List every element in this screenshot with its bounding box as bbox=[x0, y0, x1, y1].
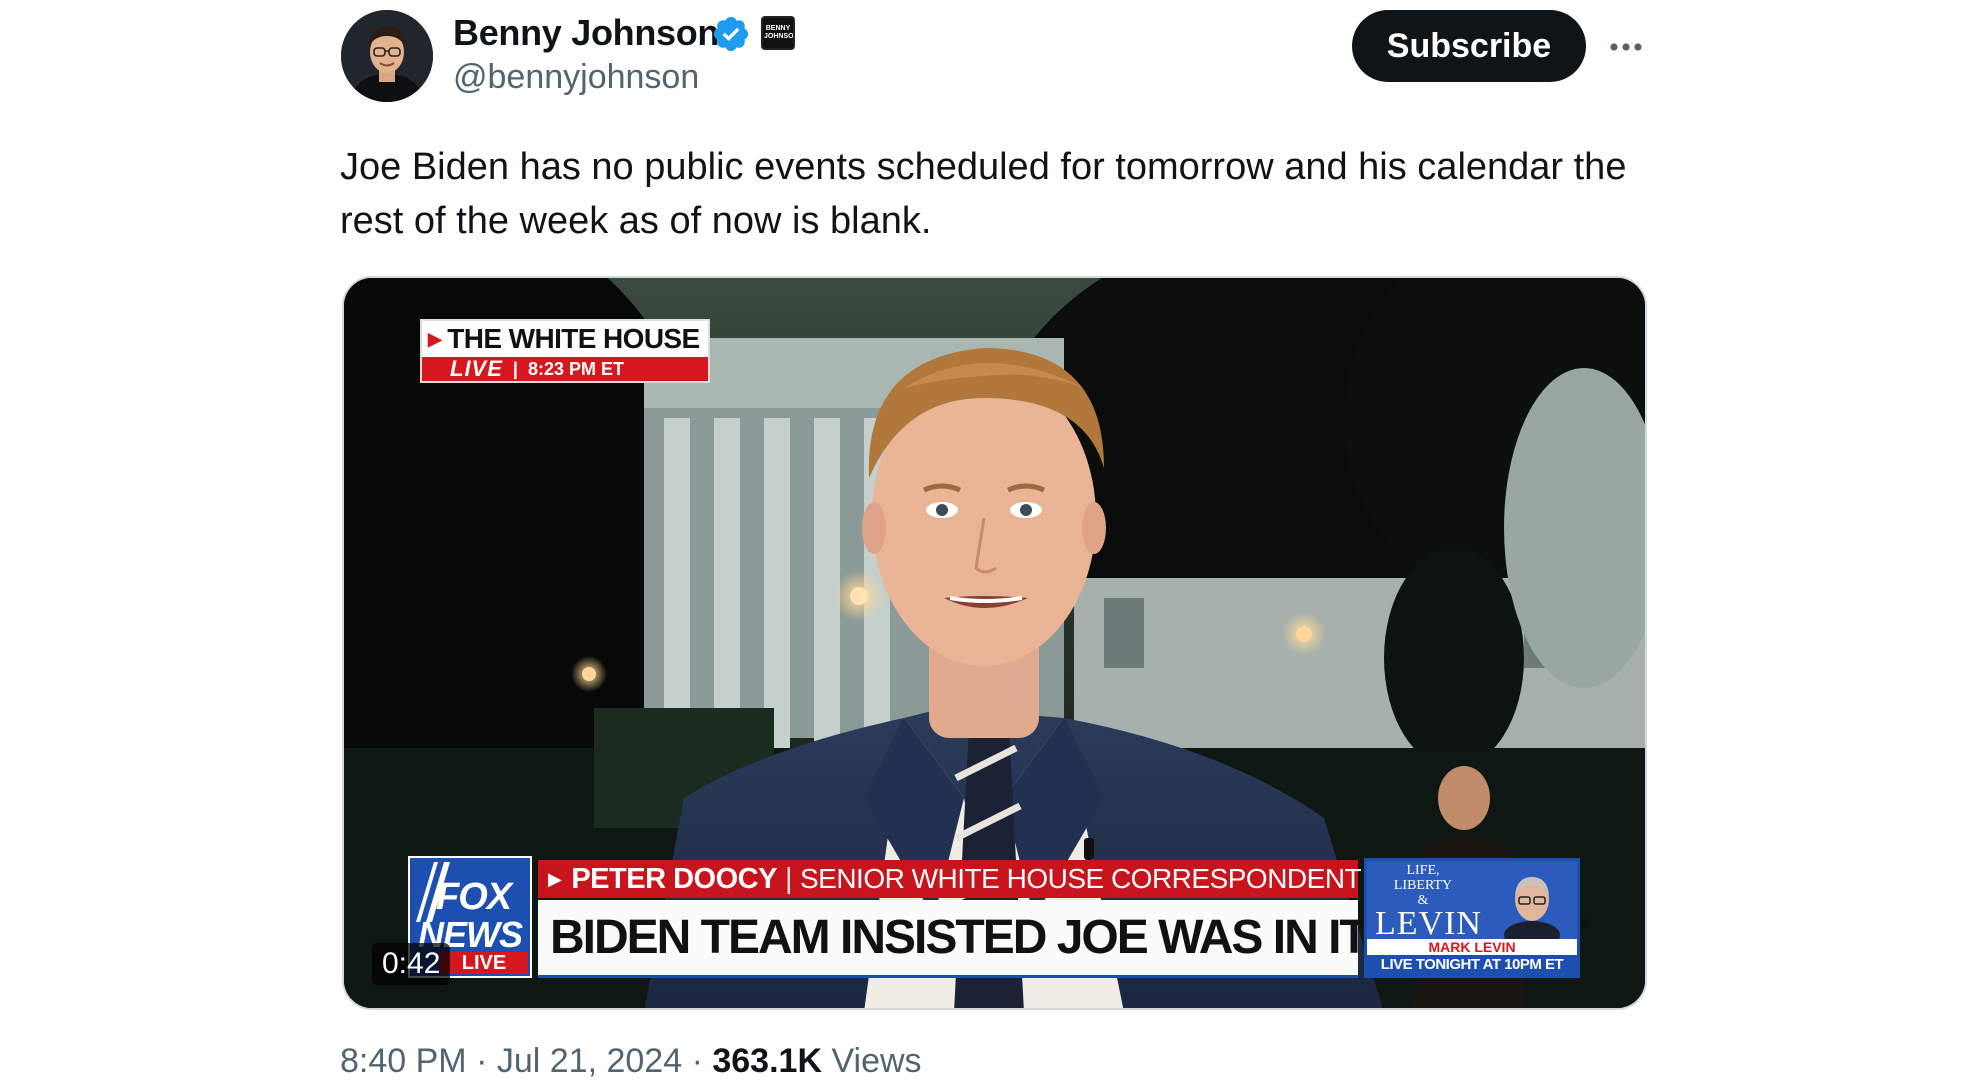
tweet-date[interactable]: Jul 21, 2024 bbox=[497, 1042, 682, 1080]
video-duration: 0:42 bbox=[372, 943, 451, 985]
author-avatar[interactable] bbox=[341, 10, 433, 102]
location-bug: ▶ THE WHITE HOUSE LIVE | 8:23 PM ET bbox=[420, 319, 710, 383]
bug-time: 8:23 PM ET bbox=[527, 358, 624, 379]
tweet-meta: 8:40 PM · Jul 21, 2024 · 363.1K Views bbox=[340, 1042, 922, 1081]
more-horizontal-icon[interactable] bbox=[1606, 30, 1646, 60]
bug-live: LIVE bbox=[450, 356, 503, 381]
views-label: Views bbox=[831, 1042, 922, 1080]
headline-strap: BIDEN TEAM INSISTED JOE WAS IN IT TO WIN… bbox=[538, 900, 1591, 978]
affiliate-badge-text: BENNY JOHNSON bbox=[764, 25, 794, 40]
play-triangle-icon: ▶ bbox=[548, 868, 562, 889]
affiliate-badge-icon[interactable]: BENNY JOHNSON bbox=[761, 16, 795, 50]
subscribe-button[interactable]: Subscribe bbox=[1352, 10, 1586, 82]
promo-tune-in: LIVE TONIGHT AT 10PM ET bbox=[1367, 955, 1577, 975]
bug-location: THE WHITE HOUSE bbox=[447, 323, 700, 354]
reporter-name-strap: ▶ PETER DOOCY | SENIOR WHITE HOUSE CORRE… bbox=[538, 860, 1362, 898]
reporter-title: SENIOR WHITE HOUSE CORRESPONDENT bbox=[799, 863, 1362, 894]
logo-line3: LIVE bbox=[440, 952, 528, 974]
bug-divider: | bbox=[512, 358, 518, 379]
show-promo: LIFE, LIBERTY & LEVIN MARK LEVIN LIVE TO… bbox=[1364, 858, 1580, 978]
author-name[interactable]: Benny Johnson bbox=[453, 12, 719, 54]
host-portrait bbox=[1504, 877, 1560, 939]
video-player[interactable]: ▶ THE WHITE HOUSE LIVE | 8:23 PM ET FOX … bbox=[342, 276, 1647, 1010]
promo-show-name: LEVIN bbox=[1375, 905, 1482, 942]
meta-separator: · bbox=[476, 1042, 488, 1080]
meta-separator: · bbox=[691, 1042, 703, 1080]
tweet-text: Joe Biden has no public events scheduled… bbox=[340, 146, 1627, 242]
logo-line1: FOX bbox=[436, 876, 512, 918]
tweet-time[interactable]: 8:40 PM bbox=[340, 1042, 467, 1080]
strap-divider: | bbox=[784, 862, 793, 895]
author-handle[interactable]: @bennyjohnson bbox=[453, 58, 699, 97]
promo-host: MARK LEVIN bbox=[1367, 939, 1577, 955]
reporter-name: PETER DOOCY bbox=[571, 862, 777, 895]
views-count[interactable]: 363.1K bbox=[712, 1042, 822, 1080]
avatar-portrait bbox=[341, 10, 433, 102]
play-triangle-icon: ▶ bbox=[428, 328, 442, 349]
promo-show-top: LIFE, LIBERTY & bbox=[1393, 863, 1453, 908]
lower-third: FOX NEWS LIVE ▶ PETER DOOCY | SENIOR WHI… bbox=[408, 856, 1591, 978]
verified-badge-icon[interactable] bbox=[711, 14, 751, 54]
